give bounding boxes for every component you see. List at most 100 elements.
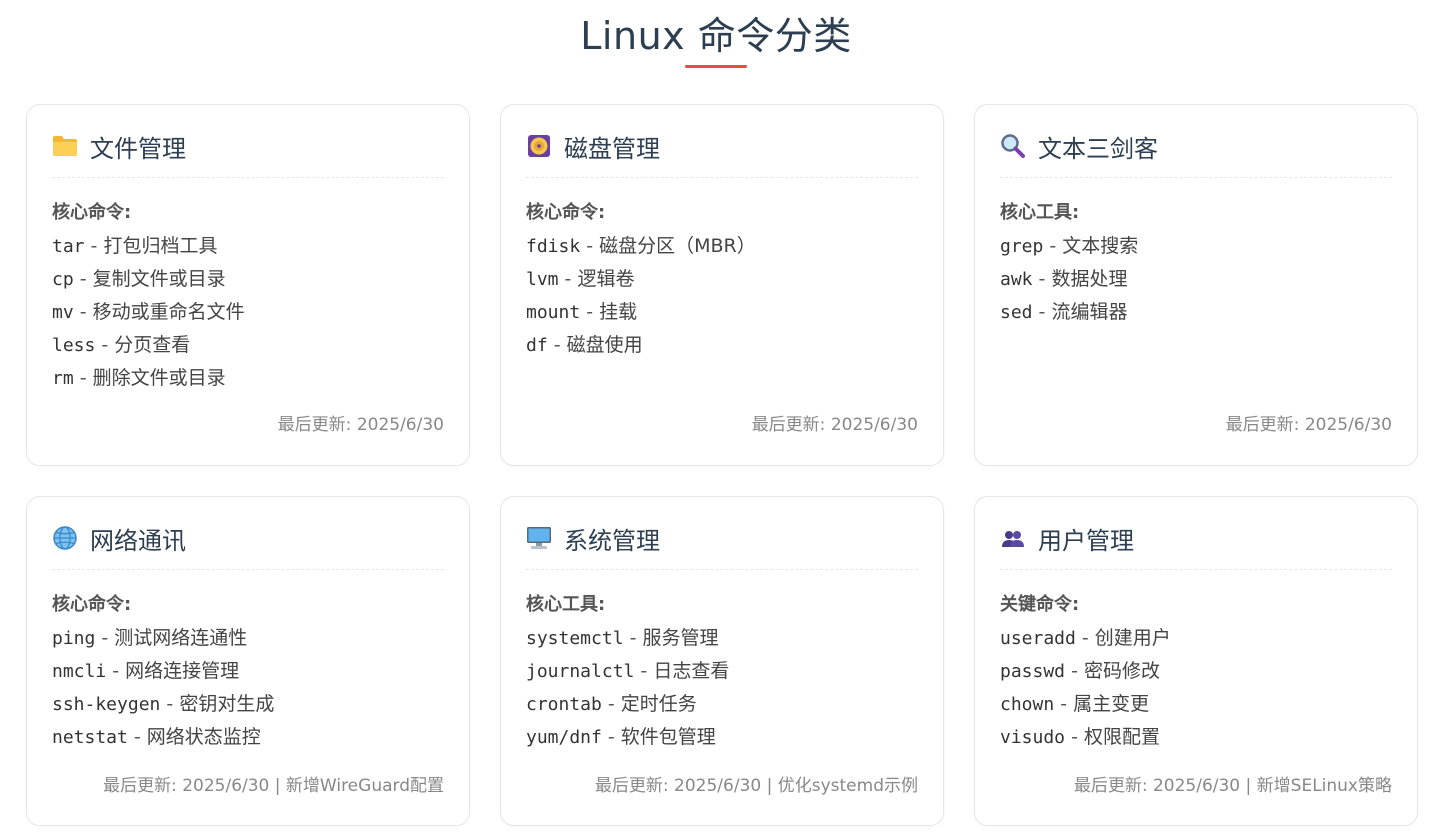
command-item: tar - 打包归档工具: [52, 230, 444, 263]
command-desc: 软件包管理: [620, 726, 716, 748]
card-divider: [1000, 177, 1392, 178]
command-desc: 流编辑器: [1051, 301, 1128, 323]
command-name: awk: [1000, 269, 1033, 290]
section-label: 关键命令:: [1000, 594, 1080, 615]
command-item: ssh-keygen - 密钥对生成: [52, 688, 444, 721]
command-item: grep - 文本搜索: [1000, 230, 1392, 263]
command-name: systemctl: [526, 628, 624, 649]
command-item: mv - 移动或重命名文件: [52, 296, 444, 329]
category-card-system[interactable]: 系统管理 核心工具: systemctl - 服务管理 journalctl -…: [500, 496, 944, 826]
command-name: ping: [52, 628, 96, 649]
card-header: 系统管理: [526, 521, 918, 555]
command-list: grep - 文本搜索 awk - 数据处理 sed - 流编辑器: [1000, 230, 1392, 329]
card-title: 文件管理: [90, 134, 186, 163]
title-underline: [685, 65, 747, 68]
card-title: 网络通讯: [90, 526, 186, 555]
command-name: useradd: [1000, 628, 1076, 649]
card-footer-updated: 最后更新: 2025/6/30 | 新增WireGuard配置: [103, 776, 444, 796]
command-separator: -: [73, 367, 93, 389]
card-divider: [52, 569, 444, 570]
command-item: journalctl - 日志查看: [526, 655, 918, 688]
command-item: nmcli - 网络连接管理: [52, 655, 444, 688]
command-separator: -: [1065, 726, 1084, 748]
category-card-users[interactable]: 用户管理 关键命令: useradd - 创建用户 passwd - 密码修改 …: [974, 496, 1418, 826]
card-title: 文本三剑客: [1038, 134, 1158, 163]
card-header: 文本三剑客: [1000, 129, 1392, 163]
magnifier-icon: [1000, 133, 1026, 159]
page-title: Linux 命令分类: [580, 14, 852, 58]
command-item: useradd - 创建用户: [1000, 622, 1392, 655]
section-label: 核心命令:: [52, 202, 132, 223]
card-title: 系统管理: [564, 526, 660, 555]
command-separator: -: [547, 334, 567, 356]
command-desc: 分页查看: [114, 334, 191, 356]
command-list: useradd - 创建用户 passwd - 密码修改 chown - 属主变…: [1000, 622, 1392, 754]
card-header: 用户管理: [1000, 521, 1392, 555]
card-footer-updated: 最后更新: 2025/6/30: [277, 415, 444, 435]
command-desc: 网络连接管理: [125, 660, 240, 682]
command-name: df: [526, 335, 548, 356]
command-item: cp - 复制文件或目录: [52, 263, 444, 296]
command-name: lvm: [526, 269, 559, 290]
command-list: systemctl - 服务管理 journalctl - 日志查看 cront…: [526, 622, 918, 754]
card-title: 用户管理: [1038, 526, 1134, 555]
command-desc: 磁盘分区（MBR）: [599, 235, 756, 257]
folder-icon: [52, 133, 78, 159]
command-name: mount: [526, 302, 581, 323]
command-item: rm - 删除文件或目录: [52, 362, 444, 395]
command-desc: 挂载: [599, 301, 638, 323]
card-header: 网络通讯: [52, 521, 444, 555]
command-separator: -: [1065, 660, 1084, 682]
command-item: yum/dnf - 软件包管理: [526, 721, 918, 754]
card-header: 磁盘管理: [526, 129, 918, 163]
command-item: systemctl - 服务管理: [526, 622, 918, 655]
command-separator: -: [558, 268, 578, 290]
command-item: lvm - 逻辑卷: [526, 263, 918, 296]
command-name: crontab: [526, 694, 602, 715]
command-name: journalctl: [526, 661, 635, 682]
command-separator: -: [601, 693, 621, 715]
section-label: 核心工具:: [526, 594, 606, 615]
command-desc: 属主变更: [1073, 693, 1150, 715]
command-desc: 文本搜索: [1062, 235, 1139, 257]
command-item: df - 磁盘使用: [526, 329, 918, 362]
command-item: chown - 属主变更: [1000, 688, 1392, 721]
command-desc: 复制文件或目录: [92, 268, 226, 290]
command-separator: -: [73, 268, 93, 290]
category-card-disk-management[interactable]: 磁盘管理 核心命令: fdisk - 磁盘分区（MBR） lvm - 逻辑卷 m…: [500, 104, 944, 466]
command-separator: -: [95, 334, 115, 356]
command-desc: 定时任务: [620, 693, 697, 715]
category-grid: 文件管理 核心命令: tar - 打包归档工具 cp - 复制文件或目录 mv …: [26, 104, 1418, 826]
command-name: chown: [1000, 694, 1055, 715]
command-separator: -: [1032, 268, 1052, 290]
command-separator: -: [95, 627, 115, 649]
command-separator: -: [1043, 235, 1063, 257]
command-separator: -: [623, 627, 643, 649]
command-separator: -: [127, 726, 147, 748]
command-list: fdisk - 磁盘分区（MBR） lvm - 逻辑卷 mount - 挂载 d…: [526, 230, 918, 362]
card-footer-updated: 最后更新: 2025/6/30: [1225, 415, 1392, 435]
command-separator: -: [84, 235, 104, 257]
section-label: 核心工具:: [1000, 202, 1080, 223]
page: Linux 命令分类 文件管理 核心命令: tar - 打包归档工具 cp - …: [0, 0, 1432, 835]
category-card-network[interactable]: 网络通讯 核心命令: ping - 测试网络连通性 nmcli - 网络连接管理…: [26, 496, 470, 826]
command-separator: -: [160, 693, 180, 715]
users-icon: [1000, 525, 1026, 551]
command-desc: 权限配置: [1083, 726, 1160, 748]
category-card-file-management[interactable]: 文件管理 核心命令: tar - 打包归档工具 cp - 复制文件或目录 mv …: [26, 104, 470, 466]
command-item: crontab - 定时任务: [526, 688, 918, 721]
command-name: yum/dnf: [526, 727, 602, 748]
command-name: visudo: [1000, 727, 1066, 748]
command-name: netstat: [52, 727, 128, 748]
command-name: sed: [1000, 302, 1033, 323]
command-desc: 磁盘使用: [566, 334, 643, 356]
globe-icon: [52, 525, 78, 551]
command-item: less - 分页查看: [52, 329, 444, 362]
card-divider: [1000, 569, 1392, 570]
command-desc: 日志查看: [653, 660, 730, 682]
card-footer-updated: 最后更新: 2025/6/30 | 优化systemd示例: [594, 776, 918, 796]
category-card-text-tools[interactable]: 文本三剑客 核心工具: grep - 文本搜索 awk - 数据处理 sed -…: [974, 104, 1418, 466]
command-name: mv: [52, 302, 74, 323]
command-separator: -: [106, 660, 126, 682]
command-name: cp: [52, 269, 74, 290]
